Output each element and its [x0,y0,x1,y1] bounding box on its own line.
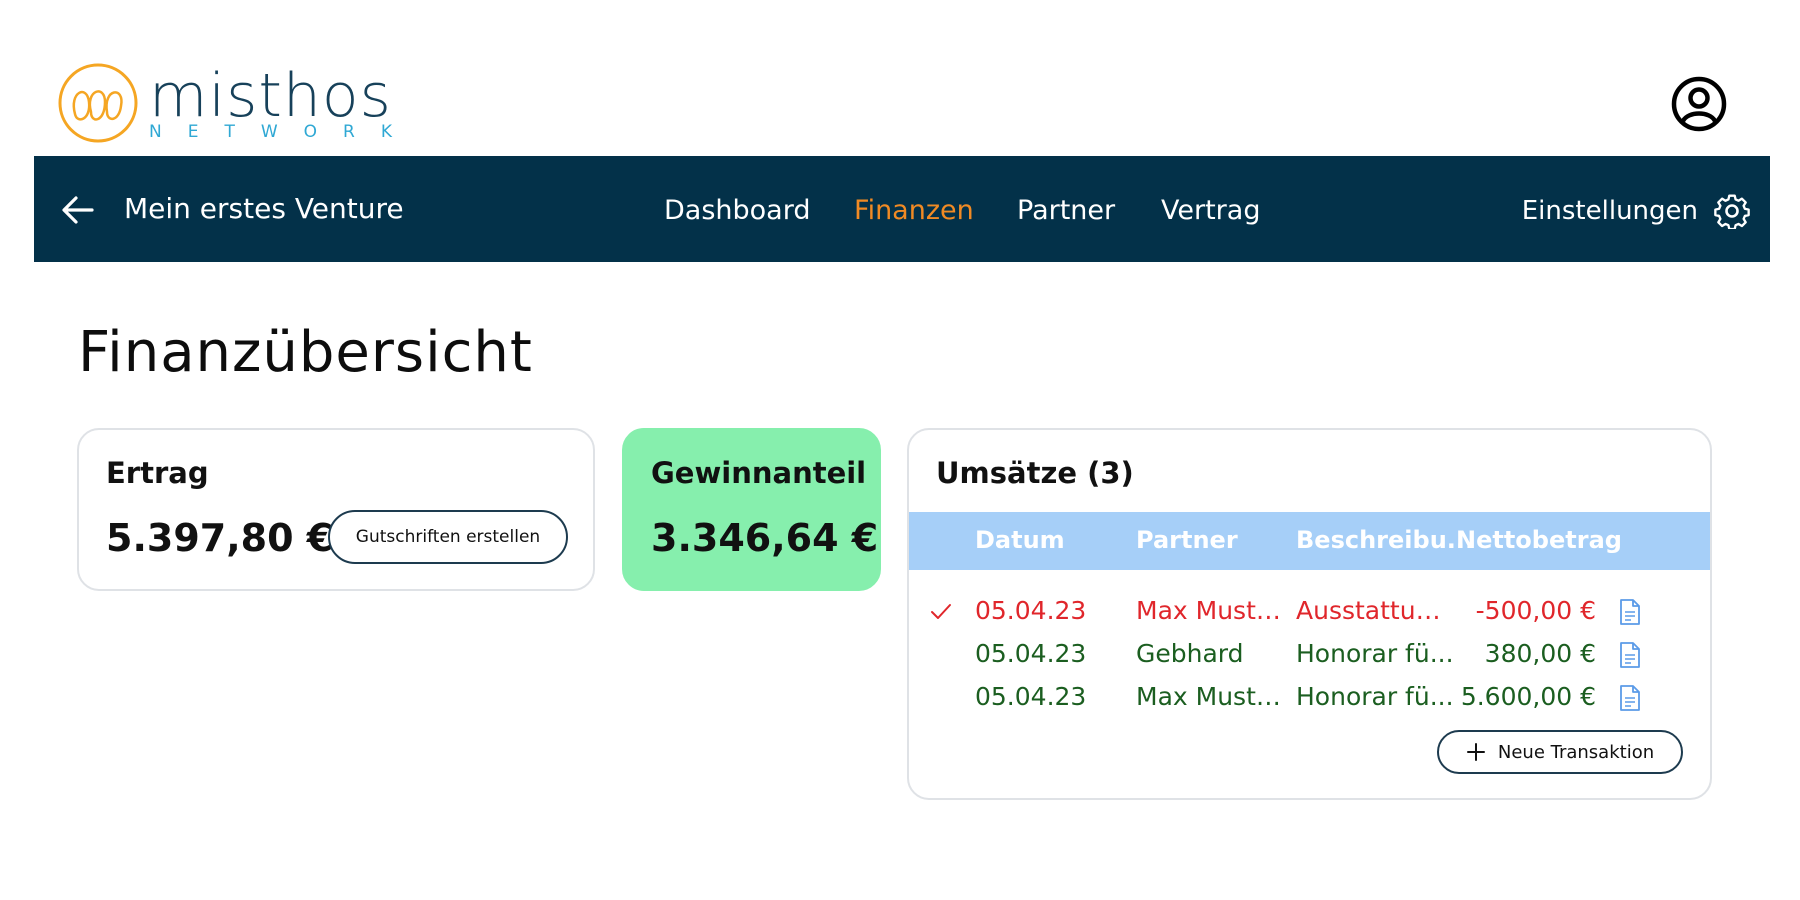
document-icon[interactable] [1619,598,1641,626]
venture-title: Mein erstes Venture [124,192,404,225]
nav-finanzen[interactable]: Finanzen [854,191,974,231]
cell-date: 05.04.23 [975,639,1087,668]
cell-amount: 5.600,00 € [1460,682,1596,711]
table-row[interactable]: 05.04.23 Max Muster... Ausstattun... -50… [909,592,1710,632]
sales-title: Umsätze (3) [936,456,1134,490]
nav-partner[interactable]: Partner [1017,191,1115,231]
document-icon[interactable] [1619,641,1641,669]
cell-partner: Max Muster... [1136,682,1294,711]
document-icon[interactable] [1619,684,1641,712]
user-circle-icon[interactable] [1670,75,1728,133]
revenue-label: Ertrag [106,456,209,490]
profit-share-card: Gewinnanteil 3.346,64 € [622,428,881,591]
cell-partner: Gebhard [1136,639,1244,668]
check-icon [931,604,951,619]
column-header-net-amount[interactable]: Nettobetrag [1456,526,1622,554]
nav-dashboard[interactable]: Dashboard [664,191,810,231]
revenue-card: Ertrag 5.397,80 € Gutschriften erstellen [77,428,595,591]
main-navbar: Mein erstes Venture Dashboard Finanzen P… [34,156,1770,262]
profit-share-amount: 3.346,64 € [651,516,879,560]
nav-vertrag[interactable]: Vertrag [1161,191,1260,231]
arrow-left-icon[interactable] [58,190,98,230]
new-transaction-label: Neue Transaktion [1497,741,1655,763]
settings-button[interactable]: Einstellungen [1522,189,1750,233]
gear-icon [1714,194,1750,229]
brand-logo: misthos NETWORK [57,61,407,147]
cell-partner: Max Muster... [1136,596,1294,625]
create-credit-notes-button[interactable]: Gutschriften erstellen [328,510,568,564]
settings-label: Einstellungen [1521,196,1698,226]
column-header-date[interactable]: Datum [975,526,1065,554]
page-title: Finanzübersicht [78,320,533,385]
new-transaction-button[interactable]: Neue Transaktion [1437,730,1683,774]
profit-share-label: Gewinnanteil [651,456,867,490]
brand-subtitle: NETWORK [149,122,418,142]
column-header-partner[interactable]: Partner [1136,526,1238,554]
cell-amount: -500,00 € [1475,596,1596,625]
cell-date: 05.04.23 [975,682,1087,711]
cell-amount: 380,00 € [1484,639,1596,668]
sales-card: Umsätze (3) Datum Partner Beschreibu... … [907,428,1712,800]
plus-icon [1466,743,1485,761]
logo-mark-icon [58,63,138,143]
table-row[interactable]: 05.04.23 Gebhard Honorar fü... 380,00 € [909,635,1710,675]
revenue-amount: 5.397,80 € [106,516,334,560]
cell-description: Honorar fü... [1296,682,1454,711]
table-header: Datum Partner Beschreibu... Nettobetrag [909,512,1710,570]
cell-description: Ausstattun... [1296,596,1454,625]
column-header-description[interactable]: Beschreibu... [1296,526,1474,554]
cell-date: 05.04.23 [975,596,1087,625]
table-row[interactable]: 05.04.23 Max Muster... Honorar fü... 5.6… [909,678,1710,718]
cell-description: Honorar fü... [1296,639,1454,668]
